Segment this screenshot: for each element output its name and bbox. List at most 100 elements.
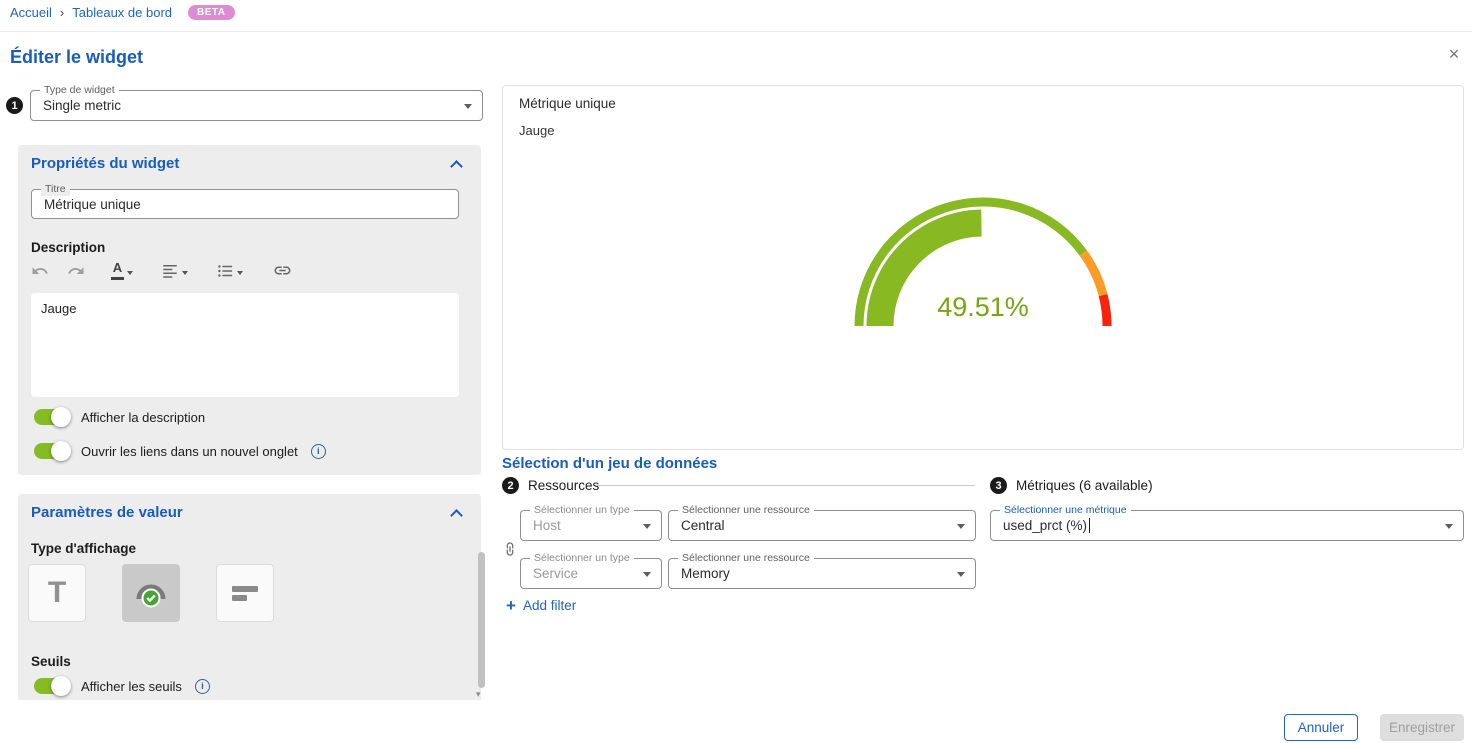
link-icon (273, 261, 292, 280)
gauge-value: 49.51% (937, 292, 1029, 323)
chevron-down-icon (237, 271, 243, 275)
resource-select-2[interactable]: Sélectionner une ressource Memory (668, 558, 976, 589)
align-button[interactable] (158, 259, 191, 283)
metrics-header: 3 Métriques (6 available) (990, 477, 1153, 494)
resources-header: 2 Ressources (502, 477, 599, 494)
breadcrumb: Accueil › Tableaux de bord BETA (10, 5, 235, 20)
resources-divider (597, 485, 975, 486)
preview-title: Métrique unique (519, 96, 616, 111)
scrollbar-thumb[interactable] (478, 552, 485, 688)
description-toolbar: A (28, 258, 295, 283)
widget-preview: Métrique unique Jauge 49.51% (502, 85, 1464, 450)
undo-button[interactable] (28, 259, 52, 283)
step-badge-1: 1 (6, 97, 23, 114)
open-links-row: Ouvrir les liens dans un nouvel onglet i (34, 443, 326, 459)
save-button[interactable]: Enregistrer (1380, 714, 1464, 741)
toggle-knob (51, 441, 71, 461)
breadcrumb-dashboards-link[interactable]: Tableaux de bord (72, 5, 172, 20)
metric-select-value: used_prct (%) (1003, 518, 1087, 533)
chevron-down-icon (643, 524, 651, 529)
description-editor[interactable]: Jauge (31, 293, 459, 397)
widget-properties-title: Propriétés du widget (31, 155, 179, 172)
display-type-gauge-button-selected[interactable] (122, 564, 180, 622)
plus-icon: + (506, 597, 516, 614)
add-filter-button[interactable]: + Add filter (506, 597, 576, 614)
value-settings-title: Paramètres de valeur (31, 504, 183, 521)
chevron-down-icon (1445, 524, 1453, 529)
widget-type-value: Single metric (43, 91, 456, 120)
add-filter-label: Add filter (523, 598, 576, 613)
format-color-bar (111, 277, 124, 280)
insert-link-button[interactable] (270, 258, 295, 283)
chevron-down-icon (464, 104, 472, 109)
redo-icon (67, 262, 85, 280)
dataset-title: Sélection d'un jeu de données (502, 455, 717, 472)
thresholds-label: Seuils (31, 654, 71, 669)
value-settings-section: Paramètres de valeur Type d'affichage T … (18, 494, 481, 700)
display-type-label: Type d'affichage (31, 541, 136, 556)
metrics-label: Métriques (6 available) (1016, 478, 1153, 493)
preview-description: Jauge (519, 123, 554, 138)
beta-badge: BETA (188, 5, 234, 20)
gauge-check-icon (132, 576, 170, 610)
chevron-down-icon (957, 572, 965, 577)
bulleted-list-icon (216, 262, 234, 280)
resources-label: Ressources (528, 478, 599, 493)
redo-button[interactable] (64, 259, 88, 283)
widget-type-select[interactable]: Type de widget Single metric (30, 90, 483, 121)
info-icon[interactable]: i (311, 444, 326, 459)
format-color-letter: A (113, 261, 122, 275)
resource-type-select-2[interactable]: Sélectionner un type Service (520, 558, 662, 589)
toggle-knob (51, 407, 71, 427)
text-color-button[interactable]: A (108, 258, 136, 282)
text-cursor-icon (1089, 518, 1090, 533)
format-color-text-icon: A (111, 261, 124, 279)
metric-select[interactable]: Sélectionner une métrique used_prct (%) (990, 510, 1464, 541)
show-thresholds-label: Afficher les seuils (81, 679, 182, 694)
widget-title-input[interactable]: Titre Métrique unique (31, 189, 459, 219)
text-display-icon: T (48, 576, 66, 610)
show-thresholds-row: Afficher les seuils i (34, 678, 210, 694)
cancel-button[interactable]: Annuler (1284, 714, 1358, 741)
resource-link-icon (502, 541, 518, 557)
chevron-down-icon (182, 271, 188, 275)
dialog-title: Éditer le widget (10, 47, 143, 68)
close-icon[interactable]: × (1442, 42, 1466, 66)
resource-type-value-1: Host (533, 511, 635, 540)
undo-icon (31, 262, 49, 280)
widget-editor-page: Accueil › Tableaux de bord BETA Éditer l… (0, 0, 1472, 743)
open-links-toggle[interactable] (34, 443, 68, 459)
breadcrumb-home-link[interactable]: Accueil (10, 5, 52, 20)
resource-type-value-2: Service (533, 559, 635, 588)
resource-value-2: Memory (681, 559, 949, 588)
info-icon[interactable]: i (195, 679, 210, 694)
toggle-knob (51, 676, 71, 696)
show-description-label: Afficher la description (81, 410, 205, 425)
scroll-down-arrow-icon[interactable]: ▾ (476, 689, 481, 700)
value-settings-collapse-icon[interactable] (450, 509, 463, 522)
dataset-section: Sélection d'un jeu de données 2 Ressourc… (502, 455, 1464, 705)
chevron-down-icon (643, 572, 651, 577)
description-label: Description (31, 240, 105, 255)
breadcrumb-separator-icon: › (60, 5, 64, 20)
dialog-top-divider (0, 31, 1472, 32)
align-left-icon (161, 262, 179, 280)
show-description-row: Afficher la description (34, 409, 205, 425)
bar-display-icon (230, 580, 260, 606)
resource-value-1: Central (681, 511, 949, 540)
resource-select-1[interactable]: Sélectionner une ressource Central (668, 510, 976, 541)
properties-collapse-icon[interactable] (450, 160, 463, 173)
show-description-toggle[interactable] (34, 409, 68, 425)
open-links-label: Ouvrir les liens dans un nouvel onglet (81, 444, 298, 459)
show-thresholds-toggle[interactable] (34, 678, 68, 694)
resource-type-select-1[interactable]: Sélectionner un type Host (520, 510, 662, 541)
widget-properties-section: Propriétés du widget Titre Métrique uniq… (18, 145, 481, 475)
list-button[interactable] (213, 259, 246, 283)
display-type-bar-button[interactable] (216, 564, 274, 622)
chevron-down-icon (127, 271, 133, 275)
display-type-text-button[interactable]: T (28, 564, 86, 622)
step-badge-2: 2 (502, 477, 519, 494)
widget-title-input-value: Métrique unique (44, 190, 448, 218)
step-badge-3: 3 (990, 477, 1007, 494)
chevron-down-icon (957, 524, 965, 529)
